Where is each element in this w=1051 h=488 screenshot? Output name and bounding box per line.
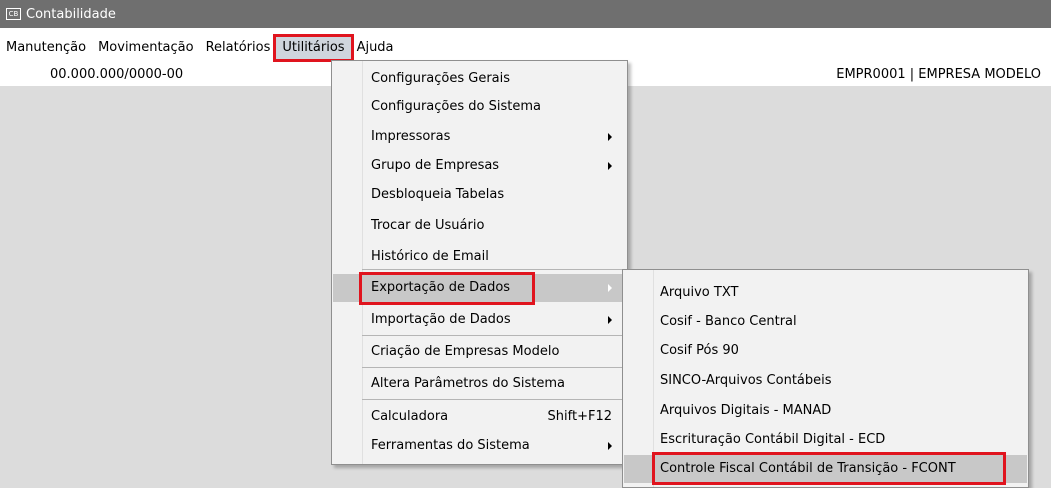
menu-item-ferramentas-sistema[interactable]: Ferramentas do Sistema: [333, 432, 626, 460]
menu-item-trocar-usuario[interactable]: Trocar de Usuário: [333, 212, 626, 240]
menu-movimentacao[interactable]: Movimentação: [92, 37, 200, 59]
title-bar: CB Contabilidade: [0, 0, 1051, 28]
menu-item-label: Configurações do Sistema: [371, 99, 541, 114]
submenu-arrow-icon: [608, 442, 612, 450]
window-app-icon[interactable]: CB: [6, 8, 21, 20]
submenu-item-arquivo-txt[interactable]: Arquivo TXT: [624, 279, 1027, 307]
submenu-item-cosif-pos-90[interactable]: Cosif Pós 90: [624, 337, 1027, 365]
menu-item-label: Ferramentas do Sistema: [371, 438, 530, 453]
menu-separator: [362, 367, 625, 368]
menu-relatorios[interactable]: Relatórios: [200, 37, 277, 59]
menu-item-label: Exportação de Dados: [371, 280, 511, 295]
menu-ajuda[interactable]: Ajuda: [351, 37, 400, 59]
submenu-item-ecd[interactable]: Escrituração Contábil Digital - ECD: [624, 426, 1027, 454]
menu-item-label: Configurações Gerais: [371, 71, 511, 86]
menu-item-label: Cosif Pós 90: [660, 343, 739, 358]
menu-item-criacao-empresas-modelo[interactable]: Criação de Empresas Modelo: [333, 338, 626, 366]
menu-bar: Manutenção Movimentação Relatórios Utili…: [0, 34, 1051, 62]
menu-item-label: Controle Fiscal Contábil de Transição - …: [660, 461, 956, 476]
menu-item-desbloqueia-tabelas[interactable]: Desbloqueia Tabelas: [333, 181, 626, 209]
shortcut-text: Shift+F12: [547, 409, 612, 424]
menu-item-label: Escrituração Contábil Digital - ECD: [660, 432, 886, 447]
menu-item-label: Cosif - Banco Central: [660, 314, 797, 329]
submenu-arrow-icon: [608, 284, 612, 292]
utilitarios-menu: Configurações Gerais Configurações do Si…: [331, 60, 628, 465]
menu-item-label: Histórico de Email: [371, 249, 489, 264]
menu-item-exportacao-dados[interactable]: Exportação de Dados: [333, 274, 626, 302]
menu-item-calculadora[interactable]: Calculadora Shift+F12: [333, 403, 626, 431]
menu-item-label: Grupo de Empresas: [371, 158, 500, 173]
exportacao-submenu: Arquivo TXT Cosif - Banco Central Cosif …: [622, 269, 1029, 488]
company-name: EMPR0001 | EMPRESA MODELO: [836, 67, 1041, 82]
menu-item-label: SINCO-Arquivos Contábeis: [660, 373, 832, 388]
menu-item-importacao-dados[interactable]: Importação de Dados: [333, 306, 626, 334]
window-title: Contabilidade: [26, 6, 116, 22]
menu-separator: [362, 269, 625, 270]
menu-item-label: Trocar de Usuário: [371, 218, 485, 233]
menu-item-label: Calculadora: [371, 409, 449, 424]
submenu-item-sinco[interactable]: SINCO-Arquivos Contábeis: [624, 367, 1027, 395]
menu-item-configuracoes-sistema[interactable]: Configurações do Sistema: [333, 93, 626, 121]
menu-item-label: Impressoras: [371, 129, 451, 144]
submenu-arrow-icon: [608, 133, 612, 141]
menu-item-label: Altera Parâmetros do Sistema: [371, 376, 565, 391]
menu-separator: [362, 335, 625, 336]
menu-separator: [362, 399, 625, 400]
menu-manutencao[interactable]: Manutenção: [0, 37, 92, 59]
menu-item-label: Criação de Empresas Modelo: [371, 344, 560, 359]
submenu-arrow-icon: [608, 316, 612, 324]
submenu-item-fcont[interactable]: Controle Fiscal Contábil de Transição - …: [624, 455, 1027, 483]
submenu-arrow-icon: [608, 162, 612, 170]
menu-item-label: Arquivos Digitais - MANAD: [660, 403, 832, 418]
menu-item-grupo-empresas[interactable]: Grupo de Empresas: [333, 152, 626, 180]
menu-item-altera-parametros[interactable]: Altera Parâmetros do Sistema: [333, 370, 626, 398]
menu-item-label: Importação de Dados: [371, 312, 511, 327]
menu-item-historico-email[interactable]: Histórico de Email: [333, 243, 626, 271]
submenu-item-cosif-banco-central[interactable]: Cosif - Banco Central: [624, 308, 1027, 336]
menu-item-label: Arquivo TXT: [660, 285, 739, 300]
menu-item-label: Desbloqueia Tabelas: [371, 187, 505, 202]
submenu-item-manad[interactable]: Arquivos Digitais - MANAD: [624, 397, 1027, 425]
menu-item-configuracoes-gerais[interactable]: Configurações Gerais: [333, 65, 626, 93]
menu-item-impressoras[interactable]: Impressoras: [333, 123, 626, 151]
cnpj-text: 00.000.000/0000-00: [50, 67, 184, 82]
menu-utilitarios[interactable]: Utilitários: [273, 34, 354, 62]
